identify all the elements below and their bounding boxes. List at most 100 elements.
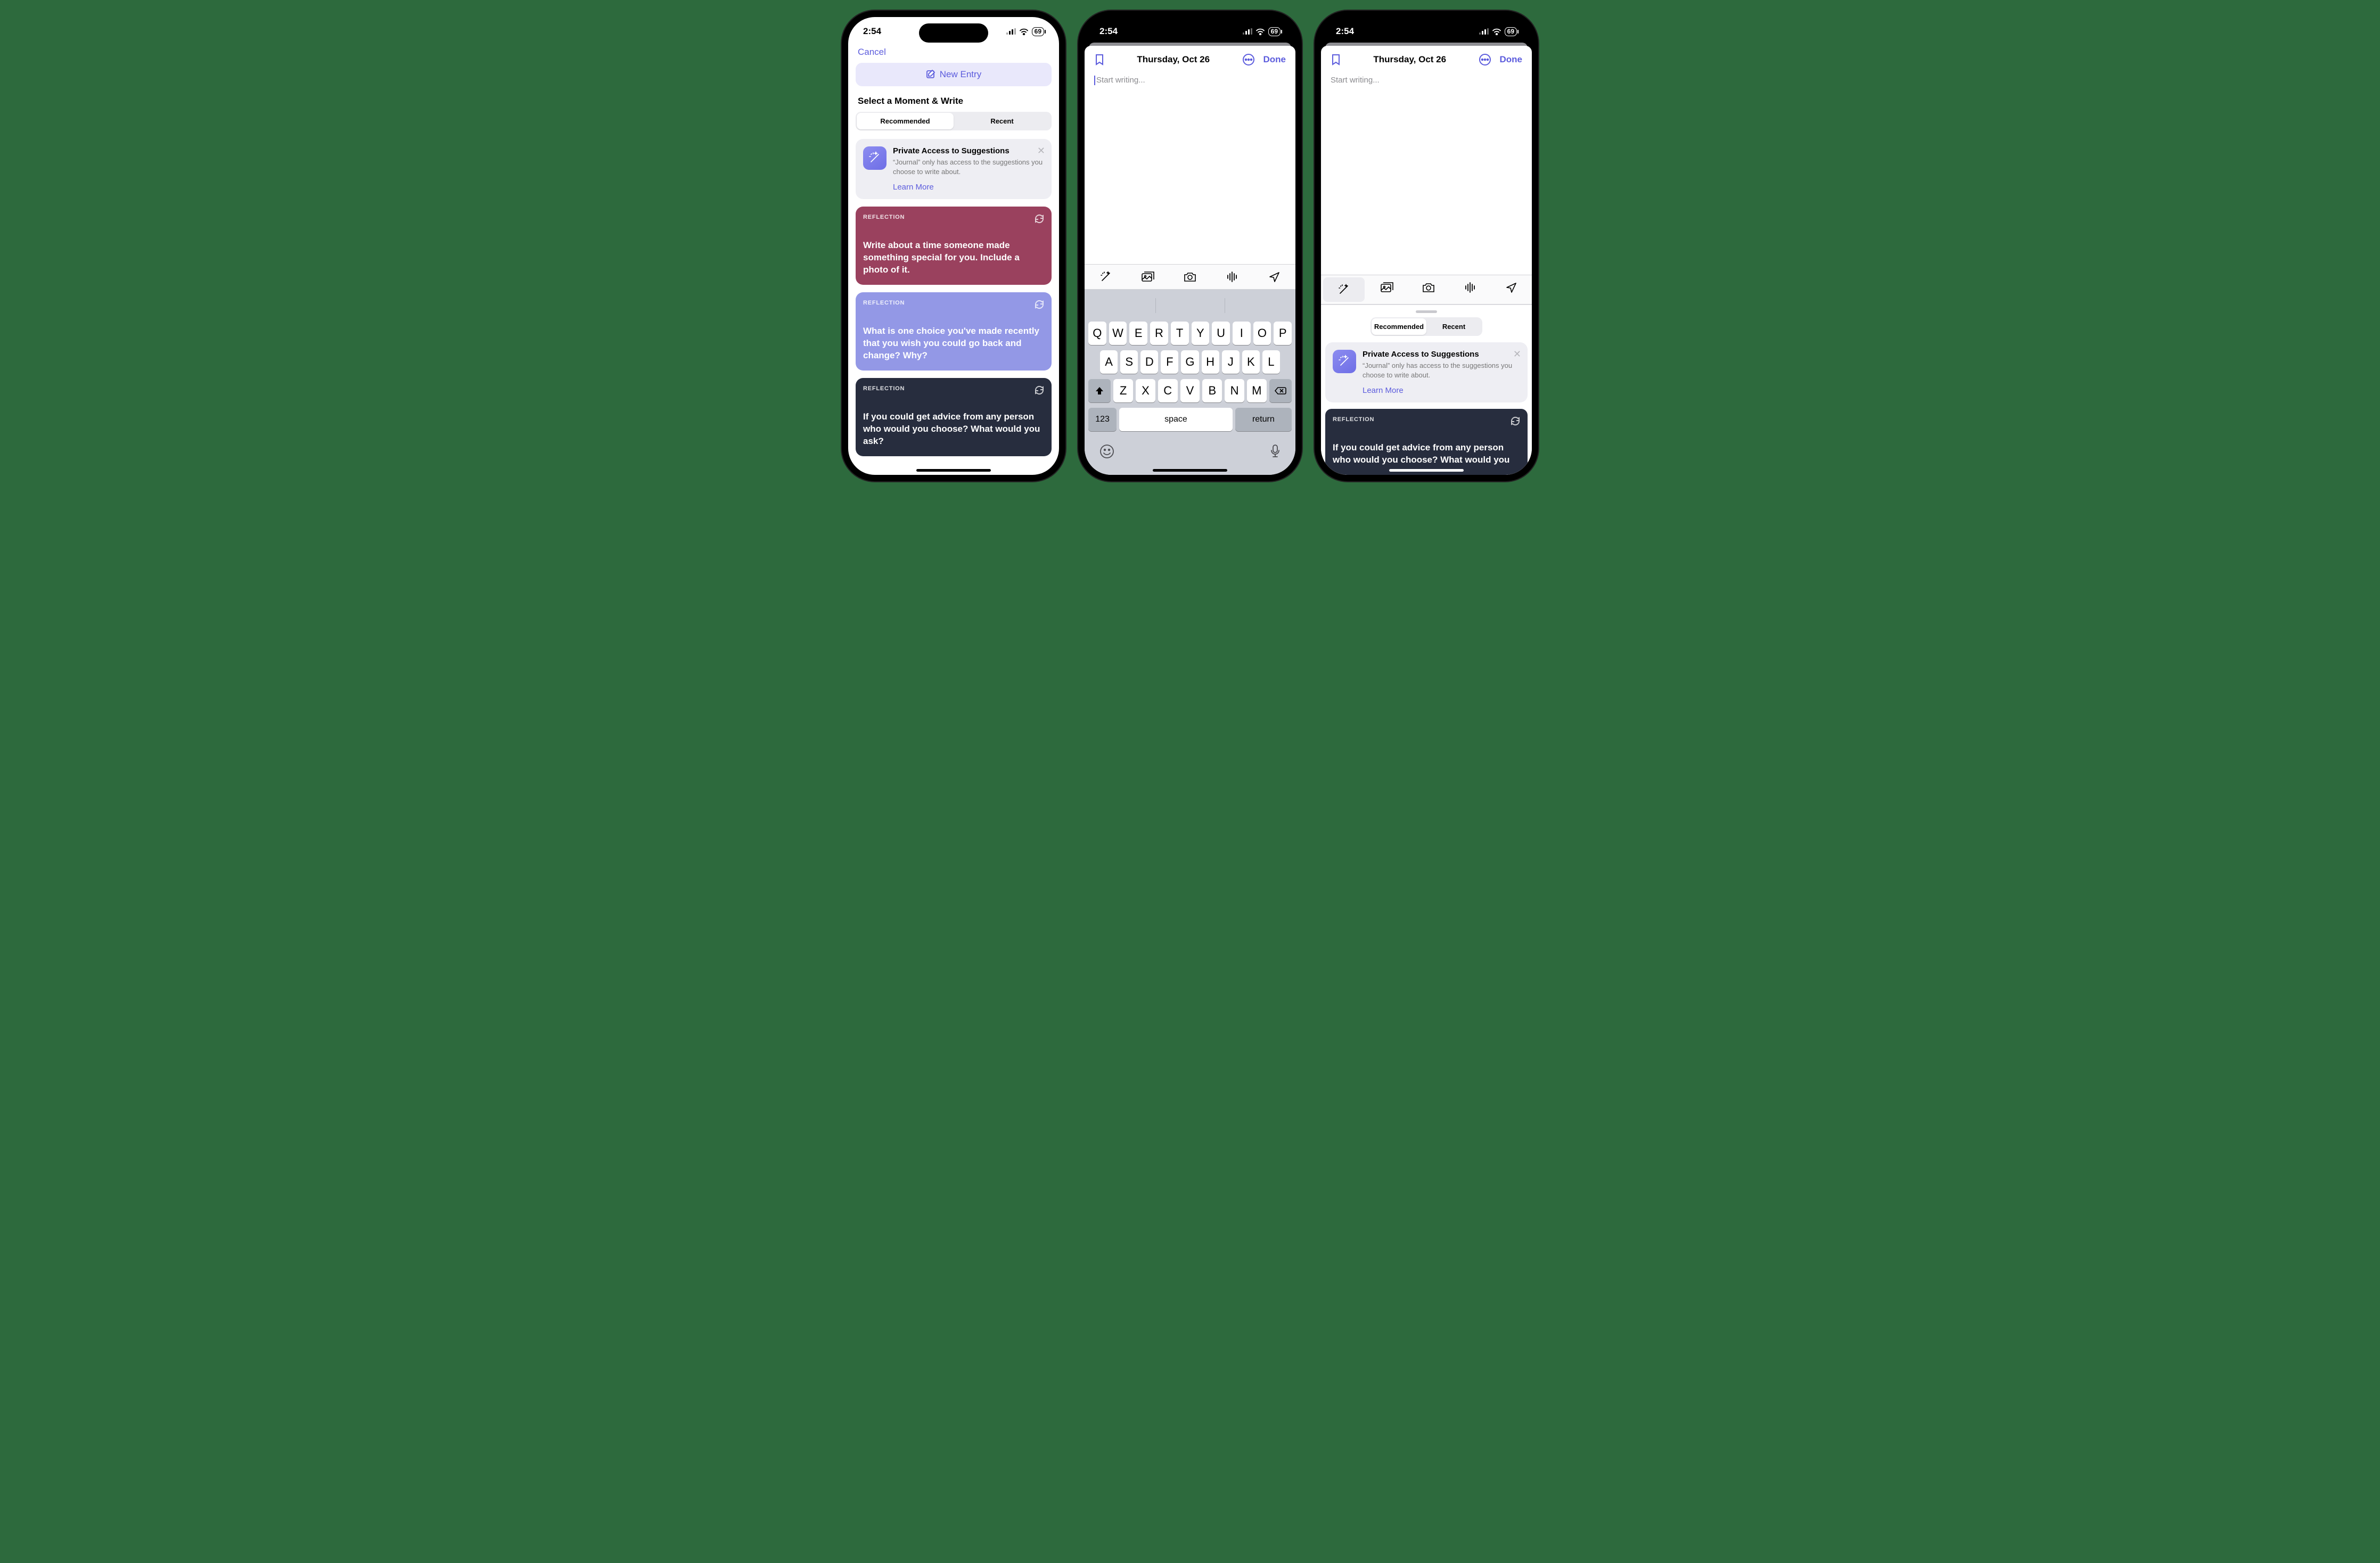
status-time: 2:54 xyxy=(1336,26,1354,37)
key-123[interactable]: 123 xyxy=(1088,408,1117,431)
reflection-body: If you could get advice from any person … xyxy=(863,411,1044,448)
prediction-slot[interactable] xyxy=(1087,294,1155,317)
drag-handle[interactable] xyxy=(1416,310,1437,313)
key-l[interactable]: L xyxy=(1262,350,1280,374)
key-f[interactable]: F xyxy=(1161,350,1178,374)
reflection-body: Write about a time someone made somethin… xyxy=(863,240,1044,276)
key-h[interactable]: H xyxy=(1202,350,1219,374)
key-space[interactable]: space xyxy=(1119,408,1233,431)
editor-placeholder: Start writing... xyxy=(1331,76,1380,85)
privacy-info-card: Private Access to Suggestions “Journal” … xyxy=(1325,342,1528,402)
camera-icon[interactable] xyxy=(1408,275,1449,300)
cellular-icon xyxy=(1006,28,1016,35)
battery-icon: 69 xyxy=(1505,27,1517,36)
key-y[interactable]: Y xyxy=(1192,322,1210,345)
more-icon[interactable] xyxy=(1242,53,1255,66)
key-j[interactable]: J xyxy=(1222,350,1240,374)
audio-icon[interactable] xyxy=(1449,275,1491,300)
prediction-slot[interactable] xyxy=(1225,294,1293,317)
new-entry-button[interactable]: New Entry xyxy=(856,63,1052,86)
prediction-bar xyxy=(1087,294,1293,317)
new-entry-label: New Entry xyxy=(940,69,981,80)
key-a[interactable]: A xyxy=(1100,350,1118,374)
key-u[interactable]: U xyxy=(1212,322,1230,345)
tab-recommended[interactable]: Recommended xyxy=(1372,318,1426,335)
reflection-card[interactable]: REFLECTION What is one choice you've mad… xyxy=(856,292,1052,371)
key-w[interactable]: W xyxy=(1109,322,1127,345)
keyboard: Q W E R T Y U I O P A S D F G H xyxy=(1085,290,1295,475)
key-z[interactable]: Z xyxy=(1113,379,1133,402)
location-icon[interactable] xyxy=(1490,275,1532,300)
wand-tool-icon[interactable] xyxy=(1085,265,1127,289)
key-p[interactable]: P xyxy=(1274,322,1292,345)
key-m[interactable]: M xyxy=(1247,379,1267,402)
photo-library-icon[interactable] xyxy=(1367,275,1408,300)
refresh-icon[interactable] xyxy=(1033,213,1045,225)
entry-date: Thursday, Oct 26 xyxy=(1137,54,1210,65)
tab-recent[interactable]: Recent xyxy=(1426,318,1481,335)
wand-tool-icon[interactable] xyxy=(1323,277,1365,302)
key-q[interactable]: Q xyxy=(1088,322,1106,345)
info-body: “Journal” only has access to the suggest… xyxy=(893,158,1044,176)
toolbar xyxy=(1321,275,1532,305)
camera-icon[interactable] xyxy=(1169,265,1211,289)
key-s[interactable]: S xyxy=(1120,350,1138,374)
key-g[interactable]: G xyxy=(1181,350,1199,374)
learn-more-link[interactable]: Learn More xyxy=(893,183,1044,192)
info-body: “Journal” only has access to the suggest… xyxy=(1363,361,1520,380)
key-shift[interactable] xyxy=(1088,379,1111,402)
photo-library-icon[interactable] xyxy=(1127,265,1169,289)
key-v[interactable]: V xyxy=(1180,379,1200,402)
key-i[interactable]: I xyxy=(1233,322,1251,345)
done-button[interactable]: Done xyxy=(1500,54,1523,65)
key-n[interactable]: N xyxy=(1225,379,1244,402)
more-icon[interactable] xyxy=(1479,53,1491,66)
reflection-tag: REFLECTION xyxy=(863,385,1044,392)
key-t[interactable]: T xyxy=(1171,322,1189,345)
home-indicator[interactable] xyxy=(1153,469,1227,472)
home-indicator[interactable] xyxy=(916,469,991,472)
editor-textarea[interactable]: Start writing... xyxy=(1321,73,1532,275)
refresh-icon[interactable] xyxy=(1509,415,1521,427)
bookmark-icon[interactable] xyxy=(1331,53,1341,66)
key-e[interactable]: E xyxy=(1129,322,1147,345)
reflection-body: What is one choice you've made recently … xyxy=(863,325,1044,362)
reflection-card[interactable]: REFLECTION Write about a time someone ma… xyxy=(856,207,1052,285)
key-k[interactable]: K xyxy=(1242,350,1260,374)
dictation-icon[interactable] xyxy=(1270,444,1281,459)
done-button[interactable]: Done xyxy=(1263,54,1286,65)
wand-icon xyxy=(863,146,887,170)
key-d[interactable]: D xyxy=(1140,350,1158,374)
wand-icon xyxy=(1333,350,1356,373)
prediction-slot[interactable] xyxy=(1155,294,1224,317)
info-title: Private Access to Suggestions xyxy=(1363,350,1520,359)
key-c[interactable]: C xyxy=(1158,379,1178,402)
key-return[interactable]: return xyxy=(1235,408,1292,431)
privacy-info-card: Private Access to Suggestions “Journal” … xyxy=(856,139,1052,199)
refresh-icon[interactable] xyxy=(1033,299,1045,310)
close-icon[interactable]: ✕ xyxy=(1513,349,1521,360)
learn-more-link[interactable]: Learn More xyxy=(1363,386,1520,395)
cancel-button[interactable]: Cancel xyxy=(858,47,886,57)
audio-icon[interactable] xyxy=(1211,265,1253,289)
refresh-icon[interactable] xyxy=(1033,384,1045,396)
tab-recommended[interactable]: Recommended xyxy=(857,113,954,129)
home-indicator[interactable] xyxy=(1389,469,1464,472)
key-r[interactable]: R xyxy=(1150,322,1168,345)
key-row-1: Q W E R T Y U I O P xyxy=(1088,322,1292,345)
location-icon[interactable] xyxy=(1253,265,1295,289)
emoji-icon[interactable] xyxy=(1099,444,1114,459)
key-x[interactable]: X xyxy=(1136,379,1155,402)
segmented-control: Recommended Recent xyxy=(1370,317,1482,336)
close-icon[interactable]: ✕ xyxy=(1037,145,1045,157)
editor-textarea[interactable]: Start writing... xyxy=(1085,73,1295,264)
reflection-card[interactable]: REFLECTION If you could get advice from … xyxy=(1325,409,1528,475)
bookmark-icon[interactable] xyxy=(1094,53,1105,66)
reflection-tag: REFLECTION xyxy=(1333,416,1520,423)
info-title: Private Access to Suggestions xyxy=(893,146,1044,155)
key-o[interactable]: O xyxy=(1253,322,1271,345)
key-backspace[interactable] xyxy=(1269,379,1292,402)
reflection-card[interactable]: REFLECTION If you could get advice from … xyxy=(856,378,1052,456)
tab-recent[interactable]: Recent xyxy=(954,113,1051,129)
key-b[interactable]: B xyxy=(1202,379,1222,402)
